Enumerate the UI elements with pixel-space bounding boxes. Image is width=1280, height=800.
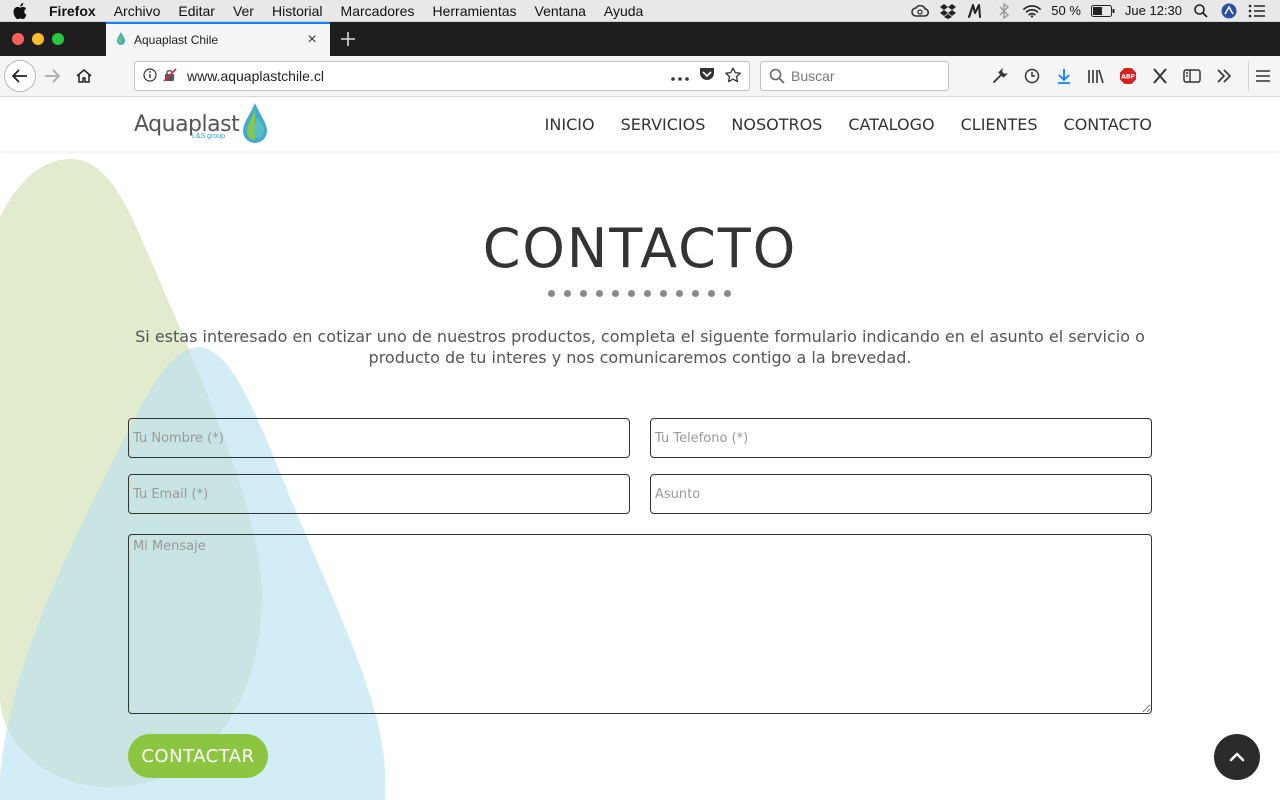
browser-toolbar: www.aquaplastchile.cl Buscar ABP	[0, 56, 1280, 97]
toolbar-icons: ABP	[986, 60, 1238, 92]
logo-drop-icon	[243, 103, 268, 143]
nav-contacto[interactable]: CONTACTO	[1064, 115, 1152, 134]
menu-herramientas[interactable]: Herramientas	[423, 3, 525, 19]
zoom-window-icon[interactable]	[52, 33, 64, 45]
aquaplast-logo[interactable]: Aquaplast L&S group	[134, 103, 269, 145]
title-dots-divider	[548, 290, 731, 297]
open-menu-button[interactable]	[1248, 61, 1276, 91]
url-actions	[671, 66, 741, 86]
pocket-icon[interactable]	[699, 67, 715, 85]
history-clock-icon[interactable]	[1018, 62, 1046, 90]
plus-icon	[341, 32, 355, 46]
back-arrow-icon	[12, 69, 27, 83]
menubar-clock[interactable]: Jue 12:30	[1125, 3, 1182, 18]
web-page: Aquaplast L&S group INICIO SERVICIOS NOS…	[0, 97, 1280, 800]
search-icon	[769, 68, 785, 84]
tab-title: Aquaplast Chile	[134, 33, 219, 47]
reader-view-sidebar-icon[interactable]	[1178, 62, 1206, 90]
nav-nosotros[interactable]: NOSOTROS	[731, 115, 822, 134]
browser-tab-strip: Aquaplast Chile ×	[0, 22, 1280, 56]
url-bar[interactable]: www.aquaplastchile.cl	[134, 61, 750, 91]
menubar-status-area: 50 % Jue 12:30	[911, 2, 1280, 19]
contactar-button[interactable]: CONTACTAR	[128, 734, 268, 778]
library-icon[interactable]	[1082, 62, 1110, 90]
nav-clientes[interactable]: CLIENTES	[961, 115, 1038, 134]
dropbox-icon[interactable]	[939, 3, 957, 19]
page-actions-icon[interactable]	[671, 68, 689, 84]
home-button[interactable]	[68, 60, 100, 92]
tab-close-icon[interactable]: ×	[304, 32, 320, 48]
menu-ayuda[interactable]: Ayuda	[595, 3, 652, 19]
logo-subtext: L&S group	[192, 133, 226, 140]
chevron-up-icon	[1229, 752, 1245, 762]
insecure-connection-icon[interactable]	[163, 67, 177, 85]
window-controls	[0, 22, 106, 56]
menu-ver[interactable]: Ver	[224, 3, 263, 19]
menu-archivo[interactable]: Archivo	[105, 3, 170, 19]
wifi-icon[interactable]	[1023, 3, 1042, 19]
main-nav: INICIO SERVICIOS NOSOTROS CATALOGO CLIEN…	[545, 97, 1152, 151]
minimize-window-icon[interactable]	[32, 33, 44, 45]
page-title: CONTACTO	[482, 217, 798, 280]
creative-cloud-icon[interactable]	[911, 3, 930, 19]
nav-servicios[interactable]: SERVICIOS	[621, 115, 706, 134]
email-input[interactable]	[128, 474, 630, 514]
site-info-icon[interactable]	[143, 67, 157, 85]
menu-historial[interactable]: Historial	[263, 3, 332, 19]
developer-tools-wrench-icon[interactable]	[986, 62, 1014, 90]
telefono-input[interactable]	[650, 418, 1152, 458]
menu-app-firefox[interactable]: Firefox	[40, 3, 105, 19]
browser-tab-active[interactable]: Aquaplast Chile ×	[106, 22, 330, 56]
notification-center-icon[interactable]	[1248, 3, 1266, 19]
url-text: www.aquaplastchile.cl	[187, 68, 324, 84]
svg-text:ABP: ABP	[1121, 74, 1135, 81]
search-bar[interactable]: Buscar	[760, 61, 949, 91]
close-window-icon[interactable]	[12, 33, 24, 45]
site-header: Aquaplast L&S group INICIO SERVICIOS NOS…	[0, 97, 1280, 151]
overflow-chevron-icon[interactable]	[1210, 62, 1238, 90]
bookmark-star-icon[interactable]	[725, 66, 741, 86]
mensaje-textarea[interactable]	[128, 534, 1152, 714]
home-icon	[76, 69, 92, 83]
macos-menubar: Firefox Archivo Editar Ver Historial Mar…	[0, 0, 1280, 22]
bluetooth-icon[interactable]	[995, 2, 1013, 19]
battery-icon[interactable]	[1090, 3, 1115, 19]
new-tab-button[interactable]	[330, 22, 366, 56]
apple-icon[interactable]	[0, 2, 40, 19]
battery-percent: 50 %	[1051, 3, 1081, 18]
scroll-to-top-button[interactable]	[1214, 734, 1260, 780]
nav-inicio[interactable]: INICIO	[545, 115, 595, 134]
menu-marcadores[interactable]: Marcadores	[332, 3, 424, 19]
hamburger-menu-icon	[1255, 70, 1270, 82]
menu-editar[interactable]: Editar	[169, 3, 224, 19]
nav-catalogo[interactable]: CATALOGO	[848, 115, 934, 134]
x-extension-icon[interactable]	[1146, 62, 1174, 90]
mendeley-icon[interactable]	[967, 3, 985, 19]
nombre-input[interactable]	[128, 418, 630, 458]
adblock-plus-icon[interactable]: ABP	[1114, 62, 1142, 90]
search-placeholder: Buscar	[791, 68, 835, 84]
back-button[interactable]	[4, 60, 36, 92]
spotlight-icon[interactable]	[1192, 3, 1210, 19]
user-avatar-icon[interactable]	[1220, 3, 1238, 19]
intro-text: Si estas interesado en cotizar uno de nu…	[135, 327, 1145, 367]
favicon-drop-icon	[116, 31, 126, 49]
downloads-icon[interactable]	[1050, 62, 1078, 90]
menu-ventana[interactable]: Ventana	[526, 3, 595, 19]
asunto-input[interactable]	[650, 474, 1152, 514]
forward-arrow-icon	[45, 69, 60, 83]
forward-button[interactable]	[36, 60, 68, 92]
